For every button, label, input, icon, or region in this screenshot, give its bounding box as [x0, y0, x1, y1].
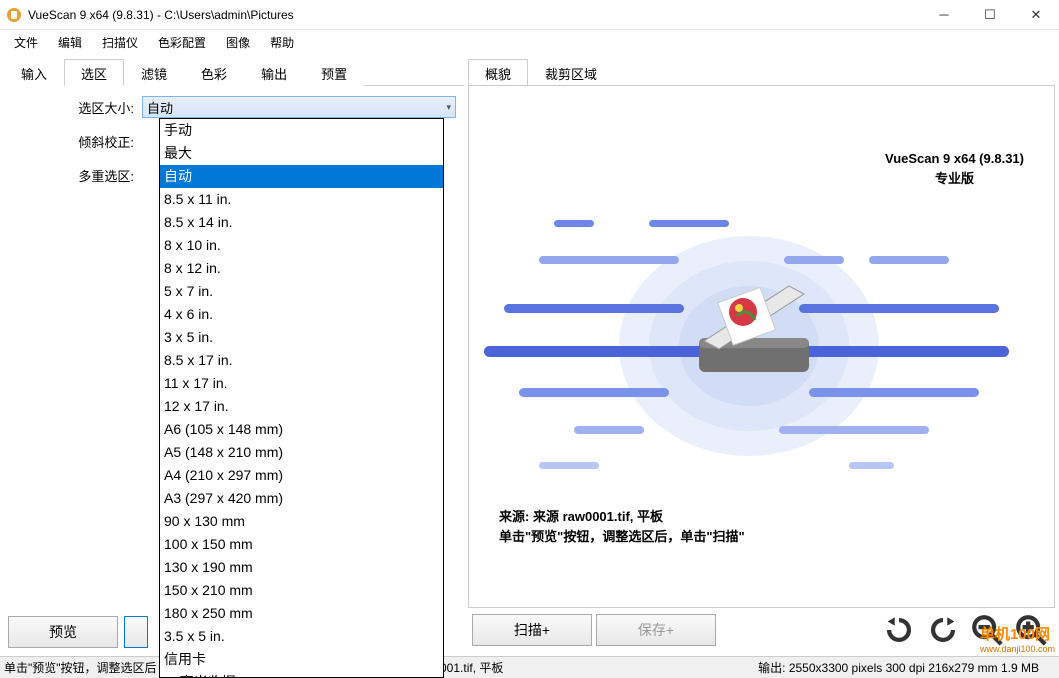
dropdown-item[interactable]: A5 (148 x 210 mm) [160, 441, 443, 464]
dropdown-item[interactable]: 最大 [160, 142, 443, 165]
label-skew: 倾斜校正: [12, 132, 142, 151]
dropdown-item[interactable]: A6 (105 x 148 mm) [160, 418, 443, 441]
dropdown-item[interactable]: 150 x 210 mm [160, 579, 443, 602]
tab-output[interactable]: 输出 [244, 59, 304, 86]
info-source-value: 来源 raw0001.tif, 平板 [533, 509, 663, 524]
minimize-button[interactable]: ─ [921, 0, 967, 29]
dropdown-item[interactable]: 8 x 10 in. [160, 234, 443, 257]
tab-color[interactable]: 色彩 [184, 59, 244, 86]
status-right: 输出: 2550x3300 pixels 300 dpi 216x279 mm … [758, 659, 1059, 676]
dropdown-item[interactable]: 8 x 12 in. [160, 257, 443, 280]
close-button[interactable]: ✕ [1013, 0, 1059, 29]
right-tabs: 概貌 裁剪区域 [468, 58, 1055, 86]
left-tabs: 输入 选区 滤镜 色彩 输出 预置 [4, 58, 464, 86]
menubar: 文件 编辑 扫描仪 色彩配置 图像 帮助 [0, 30, 1059, 54]
dropdown-item[interactable]: 3.5 x 5 in. [160, 625, 443, 648]
watermark-sub: www.danji100.com [980, 644, 1055, 654]
dropdown-item[interactable]: 130 x 190 mm [160, 556, 443, 579]
scan-button[interactable]: 扫描+ [472, 614, 592, 646]
info-text: 来源: 来源 raw0001.tif, 平板 单击"预览"按钮，调整选区后，单击… [499, 507, 745, 547]
menu-color-profile[interactable]: 色彩配置 [150, 32, 214, 53]
brand-title: VueScan 9 x64 (9.8.31) [885, 151, 1024, 166]
tab-preset[interactable]: 预置 [304, 59, 364, 86]
dropdown-item[interactable]: 4 x 6 in. [160, 303, 443, 326]
watermark: 单机100网 www.danji100.com [980, 623, 1055, 654]
tab-filter[interactable]: 滤镜 [124, 59, 184, 86]
app-icon [6, 7, 22, 23]
dropdown-item[interactable]: 手动 [160, 119, 443, 142]
dropdown-item[interactable]: 8.5 x 11 in. [160, 188, 443, 211]
info-source-label: 来源: [499, 509, 533, 524]
save-button[interactable]: 保存+ [596, 614, 716, 646]
window-controls: ─ ☐ ✕ [921, 0, 1059, 29]
label-multi-crop: 多重选区: [12, 166, 142, 185]
menu-image[interactable]: 图像 [218, 32, 258, 53]
undo-button[interactable] [879, 610, 919, 650]
tab-input[interactable]: 输入 [4, 59, 64, 86]
dropdown-item[interactable]: 90 x 130 mm [160, 510, 443, 533]
menu-help[interactable]: 帮助 [262, 32, 302, 53]
form-area: 选区大小: 自动 ▾ 倾斜校正: 多重选区: 手动最大自动8.5 x 11 in… [4, 86, 464, 208]
dropdown-item[interactable]: 57毫米收据 [160, 671, 443, 678]
decorative-waves [469, 216, 1024, 476]
dropdown-item[interactable]: 信用卡 [160, 648, 443, 671]
dropdown-item[interactable]: 180 x 250 mm [160, 602, 443, 625]
dropdown-item[interactable]: 8.5 x 17 in. [160, 349, 443, 372]
dropdown-item[interactable]: 5 x 7 in. [160, 280, 443, 303]
maximize-button[interactable]: ☐ [967, 0, 1013, 29]
dropdown-item[interactable]: A3 (297 x 420 mm) [160, 487, 443, 510]
tab-crop-area[interactable]: 裁剪区域 [528, 59, 614, 86]
select-crop-size[interactable]: 自动 ▾ [142, 96, 456, 118]
preview-button[interactable]: 预览 [8, 616, 118, 648]
content: 输入 选区 滤镜 色彩 输出 预置 选区大小: 自动 ▾ 倾斜校正: 多重选区:… [0, 54, 1059, 656]
preview-panel: VueScan 9 x64 (9.8.31) 专业版 [468, 85, 1055, 608]
brand-box: VueScan 9 x64 (9.8.31) 专业版 [885, 151, 1024, 189]
dropdown-item[interactable]: 11 x 17 in. [160, 372, 443, 395]
brand-edition: 专业版 [885, 168, 1024, 187]
menu-edit[interactable]: 编辑 [50, 32, 90, 53]
menu-file[interactable]: 文件 [6, 32, 46, 53]
titlebar: VueScan 9 x64 (9.8.31) - C:\Users\admin\… [0, 0, 1059, 30]
menu-scanner[interactable]: 扫描仪 [94, 32, 146, 53]
tab-crop[interactable]: 选区 [64, 59, 124, 86]
left-panel: 输入 选区 滤镜 色彩 输出 预置 选区大小: 自动 ▾ 倾斜校正: 多重选区:… [4, 58, 464, 652]
label-crop-size: 选区大小: [12, 98, 142, 117]
watermark-main: 单机100网 [980, 623, 1055, 644]
window-title: VueScan 9 x64 (9.8.31) - C:\Users\admin\… [28, 8, 921, 22]
redo-button[interactable] [923, 610, 963, 650]
dropdown-item[interactable]: 自动 [160, 165, 443, 188]
row-crop-size: 选区大小: 自动 ▾ [12, 96, 456, 118]
info-hint: 单击"预览"按钮，调整选区后，单击"扫描" [499, 527, 745, 547]
select-crop-size-value: 自动 [147, 98, 173, 117]
dropdown-item[interactable]: 12 x 17 in. [160, 395, 443, 418]
status-mid: 001.tif, 平板 [400, 659, 758, 676]
right-button-row: 扫描+ 保存+ [468, 608, 1055, 652]
crop-size-dropdown[interactable]: 手动最大自动8.5 x 11 in.8.5 x 14 in.8 x 10 in.… [159, 118, 444, 678]
tab-overview[interactable]: 概貌 [468, 59, 528, 86]
chevron-down-icon: ▾ [446, 102, 451, 113]
dropdown-item[interactable]: 8.5 x 14 in. [160, 211, 443, 234]
preview-split-button[interactable] [124, 616, 148, 648]
dropdown-item[interactable]: 100 x 150 mm [160, 533, 443, 556]
dropdown-item[interactable]: 3 x 5 in. [160, 326, 443, 349]
right-panel: 概貌 裁剪区域 VueScan 9 x64 (9.8.31) 专业版 [468, 58, 1055, 652]
dropdown-item[interactable]: A4 (210 x 297 mm) [160, 464, 443, 487]
